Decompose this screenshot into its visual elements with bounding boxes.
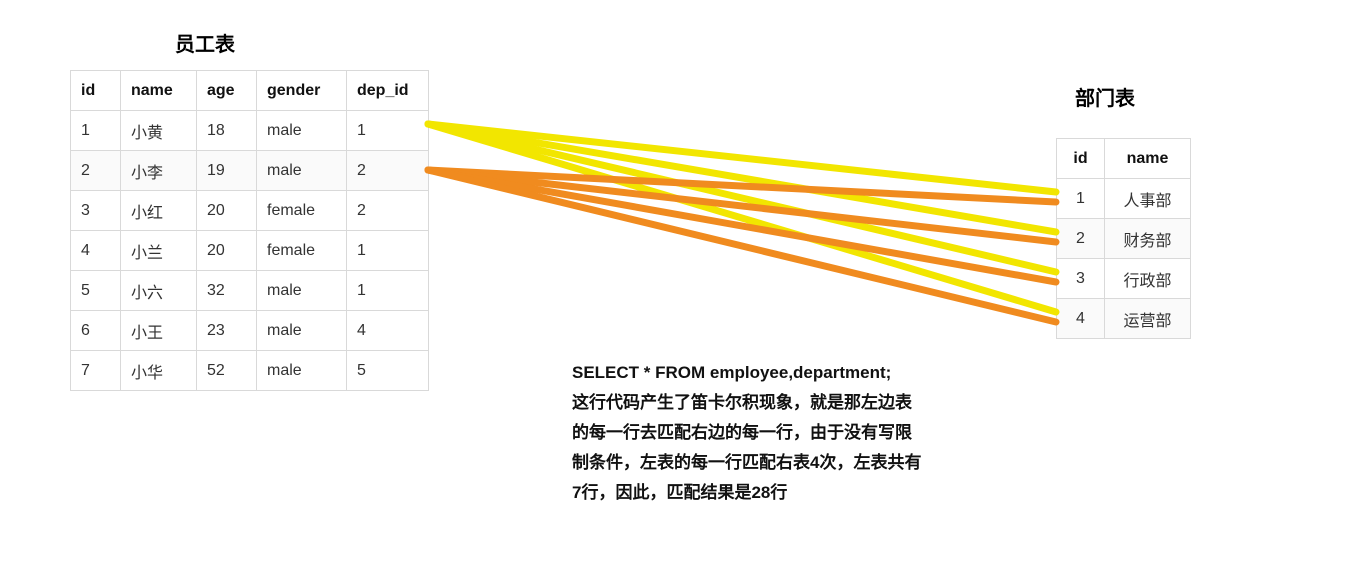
cell-name: 人事部 — [1105, 179, 1191, 219]
cell-name: 运营部 — [1105, 299, 1191, 339]
table-row: 2 财务部 — [1057, 219, 1191, 259]
cell-id: 5 — [71, 271, 121, 311]
cell-gender: female — [257, 191, 347, 231]
table-row: 1 小黄 18 male 1 — [71, 111, 429, 151]
cell-name: 小红 — [121, 191, 197, 231]
caption-line: 这行代码产生了笛卡尔积现象，就是那左边表 — [572, 388, 992, 418]
cell-name: 小李 — [121, 151, 197, 191]
cell-age: 52 — [197, 351, 257, 391]
caption-line: 的每一行去匹配右边的每一行，由于没有写限 — [572, 418, 992, 448]
department-table-title: 部门表 — [1075, 82, 1135, 111]
cell-age: 18 — [197, 111, 257, 151]
cell-gender: male — [257, 351, 347, 391]
caption-line: 制条件，左表的每一行匹配右表4次，左表共有 — [572, 448, 992, 478]
cell-id: 4 — [71, 231, 121, 271]
table-row: 2 小李 19 male 2 — [71, 151, 429, 191]
cell-name: 小兰 — [121, 231, 197, 271]
cell-age: 23 — [197, 311, 257, 351]
table-header-row: id name age gender dep_id — [71, 71, 429, 111]
col-dep-id: dep_id — [347, 71, 429, 111]
employee-table: id name age gender dep_id 1 小黄 18 male 1… — [70, 70, 429, 391]
table-header-row: id name — [1057, 139, 1191, 179]
cell-id: 3 — [1057, 259, 1105, 299]
col-name: name — [1105, 139, 1191, 179]
explanation-caption: SELECT * FROM employee,department; 这行代码产… — [572, 358, 992, 508]
cell-dep-id: 1 — [347, 231, 429, 271]
table-row: 1 人事部 — [1057, 179, 1191, 219]
join-line — [428, 124, 1056, 192]
caption-line: 7行，因此，匹配结果是28行 — [572, 478, 992, 508]
col-id: id — [1057, 139, 1105, 179]
cell-age: 20 — [197, 191, 257, 231]
cell-age: 19 — [197, 151, 257, 191]
table-row: 4 运营部 — [1057, 299, 1191, 339]
table-row: 6 小王 23 male 4 — [71, 311, 429, 351]
cell-id: 3 — [71, 191, 121, 231]
col-name: name — [121, 71, 197, 111]
cell-id: 6 — [71, 311, 121, 351]
col-gender: gender — [257, 71, 347, 111]
table-row: 3 小红 20 female 2 — [71, 191, 429, 231]
col-age: age — [197, 71, 257, 111]
cell-name: 小华 — [121, 351, 197, 391]
cell-id: 7 — [71, 351, 121, 391]
cell-gender: male — [257, 271, 347, 311]
table-row: 7 小华 52 male 5 — [71, 351, 429, 391]
cell-dep-id: 1 — [347, 271, 429, 311]
table-row: 4 小兰 20 female 1 — [71, 231, 429, 271]
col-id: id — [71, 71, 121, 111]
table-row: 3 行政部 — [1057, 259, 1191, 299]
join-line — [428, 170, 1056, 282]
cell-id: 2 — [1057, 219, 1105, 259]
cell-dep-id: 1 — [347, 111, 429, 151]
employee-table-title: 员工表 — [175, 28, 235, 57]
cell-name: 小六 — [121, 271, 197, 311]
join-line — [428, 124, 1056, 312]
cell-gender: male — [257, 151, 347, 191]
cell-gender: male — [257, 311, 347, 351]
sql-statement: SELECT * FROM employee,department; — [572, 358, 992, 388]
cell-id: 1 — [71, 111, 121, 151]
cell-id: 1 — [1057, 179, 1105, 219]
cell-id: 4 — [1057, 299, 1105, 339]
department-table: id name 1 人事部 2 财务部 3 行政部 4 运营部 — [1056, 138, 1191, 339]
cell-gender: male — [257, 111, 347, 151]
cell-name: 财务部 — [1105, 219, 1191, 259]
cell-age: 20 — [197, 231, 257, 271]
cell-dep-id: 2 — [347, 151, 429, 191]
cell-dep-id: 5 — [347, 351, 429, 391]
cell-gender: female — [257, 231, 347, 271]
cell-age: 32 — [197, 271, 257, 311]
join-line — [428, 170, 1056, 202]
cell-dep-id: 4 — [347, 311, 429, 351]
join-line — [428, 124, 1056, 232]
cell-name: 小王 — [121, 311, 197, 351]
cell-dep-id: 2 — [347, 191, 429, 231]
join-line — [428, 170, 1056, 242]
cell-name: 行政部 — [1105, 259, 1191, 299]
join-line — [428, 124, 1056, 272]
join-line — [428, 170, 1056, 322]
table-row: 5 小六 32 male 1 — [71, 271, 429, 311]
cell-name: 小黄 — [121, 111, 197, 151]
cell-id: 2 — [71, 151, 121, 191]
